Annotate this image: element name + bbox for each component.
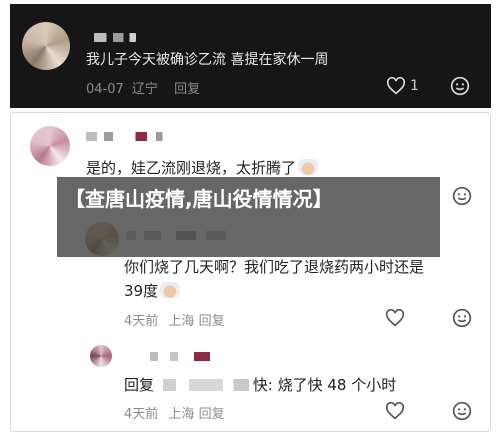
smiley-icon[interactable] [450,76,470,96]
avatar[interactable] [22,22,70,70]
comment-date: 04-07 [86,82,124,97]
username-blurred [150,352,230,361]
like-count: 1 [410,78,419,94]
smiley-icon[interactable] [452,186,472,206]
comment-location: 上海 [168,314,195,329]
reply-button[interactable]: 回复 [199,314,225,329]
banner-title: 【查唐山疫情,唐山役情情况】 [65,187,333,211]
username-blurred [94,33,136,42]
sticker-emoji [298,159,319,175]
comment-meta: 04-07 辽宁 回复 [86,78,200,97]
comment-location: 上海 [168,407,195,422]
comment-location: 辽宁 [131,82,158,97]
comment-text: 我儿子今天被确诊乙流 喜提在家休一周 [86,52,329,68]
reply-button[interactable]: 回复 [199,407,225,422]
comment-time: 4天前 [124,407,159,422]
heart-icon[interactable] [386,77,406,95]
smiley-icon[interactable] [452,308,472,328]
avatar[interactable] [90,345,112,367]
comment-meta: 4天前 上海 回复 [124,403,225,422]
comment-text: 是的，娃乙流刚退烧，太折腾了 [86,157,319,178]
sticker-emoji [160,282,181,298]
smiley-icon[interactable] [452,401,472,421]
avatar[interactable] [30,126,70,166]
username-blurred [86,132,176,141]
mention-blurred [162,379,249,391]
comment-time: 4天前 [124,314,159,329]
heart-icon[interactable] [385,402,405,420]
reply-button[interactable]: 回复 [174,82,200,97]
comment-meta: 4天前 上海 回复 [124,310,225,329]
comment-text: 回复 快: 烧了快 48 个小时 [124,376,397,394]
heart-icon[interactable] [385,309,405,327]
comment-text-continued: 39度 [124,280,181,301]
comment-text: 你们烧了几天啊？我们吃了退烧药两小时还是 [124,258,425,276]
